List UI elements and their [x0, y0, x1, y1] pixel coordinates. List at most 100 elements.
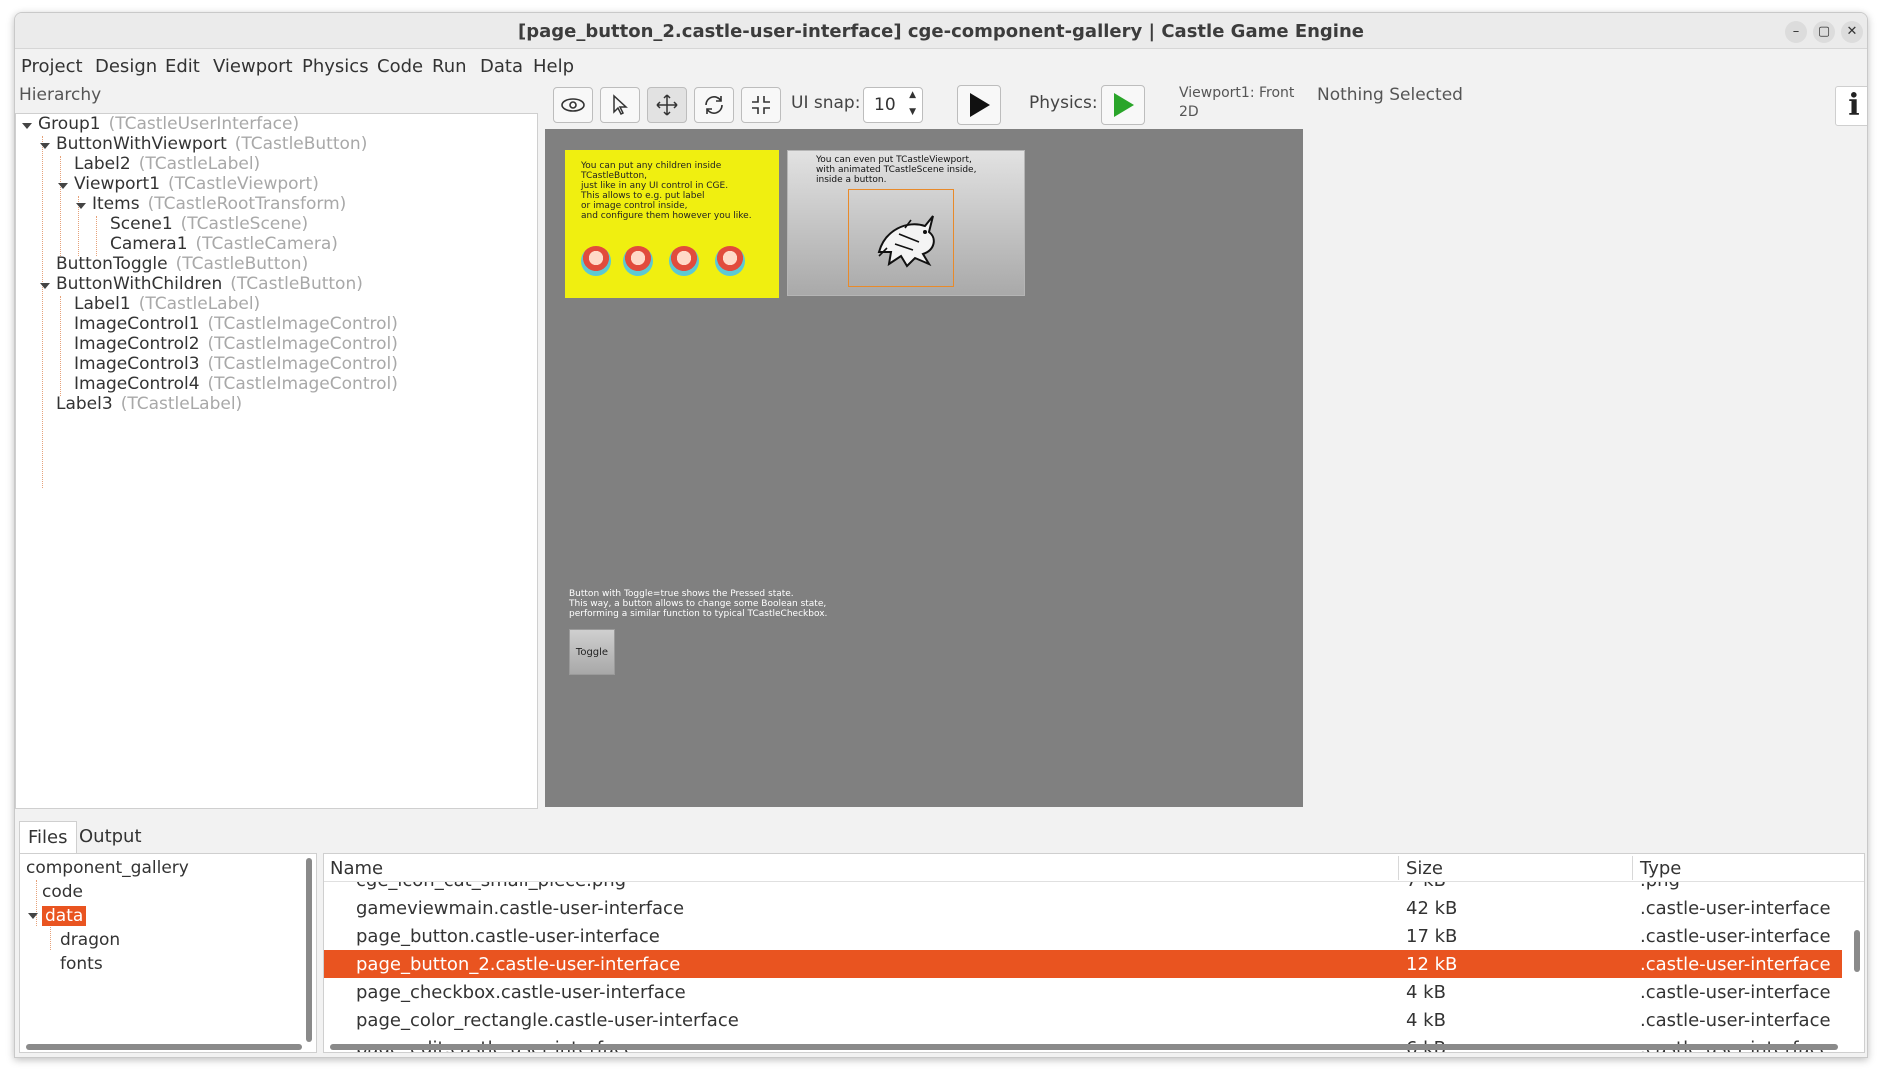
- file-type: .castle-user-interface: [1640, 982, 1831, 1003]
- tree-node-camera1[interactable]: Camera1 (TCastleCamera): [110, 234, 338, 254]
- file-type: .castle-user-interface: [1640, 898, 1831, 919]
- column-separator[interactable]: [1632, 856, 1633, 880]
- horizontal-scrollbar[interactable]: [26, 1044, 302, 1050]
- spin-up-icon[interactable]: ▲: [909, 90, 916, 100]
- file-name: page_color_rectangle.castle-user-interfa…: [356, 1010, 739, 1031]
- button-with-viewport-preview[interactable]: You can even put TCastleViewport, with a…: [787, 150, 1025, 296]
- scale-mode-button[interactable]: [741, 87, 781, 123]
- select-mode-button[interactable]: [600, 87, 640, 123]
- dragon-icon: [877, 215, 935, 268]
- menu-project[interactable]: Project: [21, 56, 83, 77]
- tree-node-scene1[interactable]: Scene1 (TCastleScene): [110, 214, 308, 234]
- collapse-arrow-icon[interactable]: [58, 183, 68, 189]
- tree-guide: [60, 156, 61, 256]
- file-size: 4 kB: [1406, 1010, 1446, 1031]
- play-button[interactable]: [957, 85, 1001, 125]
- tree-node-imagecontrol3[interactable]: ImageControl3 (TCastleImageControl): [74, 354, 398, 374]
- toggle-button-preview[interactable]: Toggle: [569, 629, 615, 675]
- file-type: .castle-user-interface: [1640, 954, 1831, 975]
- folder-component-gallery[interactable]: component_gallery: [26, 858, 189, 878]
- file-name: page_button.castle-user-interface: [356, 926, 660, 947]
- physics-play-button[interactable]: [1101, 85, 1145, 125]
- menu-data[interactable]: Data: [480, 56, 523, 77]
- hierarchy-tree[interactable]: Group1 (TCastleUserInterface) ButtonWithV…: [15, 113, 538, 809]
- file-row[interactable]: cge_icon_cat_small_piece.png 7 kB .png: [324, 882, 1842, 894]
- file-row[interactable]: page_color_rectangle.castle-user-interfa…: [324, 1006, 1842, 1034]
- ui-snap-spinbox[interactable]: 10 ▲ ▼: [863, 87, 923, 123]
- interact-mode-button[interactable]: [553, 87, 593, 123]
- collapse-arrow-icon[interactable]: [28, 913, 38, 919]
- button-with-children-preview[interactable]: You can put any children inside TCastleB…: [565, 150, 779, 298]
- column-type[interactable]: Type: [1640, 858, 1681, 879]
- design-viewport[interactable]: You can put any children inside TCastleB…: [545, 129, 1303, 807]
- tree-node-imagecontrol2[interactable]: ImageControl2 (TCastleImageControl): [74, 334, 398, 354]
- horizontal-scrollbar[interactable]: [330, 1044, 1838, 1050]
- hierarchy-label: Hierarchy: [19, 85, 102, 105]
- file-name: page_button_2.castle-user-interface: [356, 954, 681, 975]
- file-type: .castle-user-interface: [1640, 926, 1831, 947]
- menu-code[interactable]: Code: [377, 56, 423, 77]
- rotate-mode-button[interactable]: [694, 87, 734, 123]
- translate-mode-button[interactable]: [647, 87, 687, 123]
- tree-node-viewport1[interactable]: Viewport1 (TCastleViewport): [74, 174, 319, 194]
- spin-down-icon[interactable]: ▼: [909, 107, 916, 117]
- tab-output[interactable]: Output: [71, 821, 150, 853]
- tree-node-buttontoggle[interactable]: ButtonToggle (TCastleButton): [56, 254, 308, 274]
- pointer-icon: [613, 94, 628, 116]
- menu-viewport[interactable]: Viewport: [213, 56, 293, 77]
- tab-files[interactable]: Files: [19, 821, 77, 853]
- file-size: 4 kB: [1406, 982, 1446, 1003]
- vertical-scrollbar[interactable]: [1854, 930, 1860, 972]
- file-row-selected[interactable]: page_button_2.castle-user-interface 12 k…: [324, 950, 1842, 978]
- file-row[interactable]: page_checkbox.castle-user-interface 4 kB…: [324, 978, 1842, 1006]
- rotate-icon: [705, 96, 723, 114]
- file-size: 7 kB: [1406, 882, 1446, 891]
- toggle-note-label: Button with Toggle=true shows the Presse…: [569, 589, 828, 619]
- collapse-arrow-icon[interactable]: [40, 143, 50, 149]
- file-row[interactable]: gameviewmain.castle-user-interface 42 kB…: [324, 894, 1842, 922]
- menu-help[interactable]: Help: [533, 56, 574, 77]
- nested-viewport-frame: [848, 189, 954, 287]
- files-list[interactable]: Name Size Type cge_icon_cat_small_piece.…: [323, 853, 1865, 1053]
- tree-node-buttonwithviewport[interactable]: ButtonWithViewport (TCastleButton): [56, 134, 367, 154]
- tree-guide: [96, 216, 97, 256]
- tree-node-label2[interactable]: Label2 (TCastleLabel): [74, 154, 260, 174]
- folder-data[interactable]: data: [42, 906, 87, 926]
- tree-node-label3[interactable]: Label3 (TCastleLabel): [56, 394, 242, 414]
- minimize-button[interactable]: –: [1785, 21, 1807, 43]
- ball-image-2: [623, 246, 653, 276]
- column-separator[interactable]: [1398, 856, 1399, 880]
- collapse-arrow-icon[interactable]: [40, 283, 50, 289]
- folder-fonts[interactable]: fonts: [60, 954, 103, 974]
- column-size[interactable]: Size: [1406, 858, 1443, 879]
- folder-dragon[interactable]: dragon: [60, 930, 120, 950]
- files-tree[interactable]: component_gallery code data dragon fonts: [19, 853, 317, 1053]
- file-size: 42 kB: [1406, 898, 1458, 919]
- tree-guide: [36, 880, 37, 926]
- tree-node-imagecontrol1[interactable]: ImageControl1 (TCastleImageControl): [74, 314, 398, 334]
- ball-image-3: [669, 246, 699, 276]
- column-name[interactable]: Name: [330, 858, 383, 879]
- menu-edit[interactable]: Edit: [165, 56, 200, 77]
- vertical-scrollbar[interactable]: [306, 858, 312, 1042]
- tree-guide: [60, 296, 61, 396]
- menu-design[interactable]: Design: [95, 56, 157, 77]
- tree-node-group1[interactable]: Group1 (TCastleUserInterface): [38, 114, 299, 134]
- collapse-arrow-icon[interactable]: [76, 203, 86, 209]
- tree-node-label1[interactable]: Label1 (TCastleLabel): [74, 294, 260, 314]
- folder-code[interactable]: code: [42, 882, 83, 902]
- collapse-arrow-icon[interactable]: [22, 123, 32, 129]
- menu-physics[interactable]: Physics: [302, 56, 369, 77]
- window-title: [page_button_2.castle-user-interface] cg…: [517, 21, 1365, 42]
- files-list-header: Name Size Type: [324, 854, 1864, 882]
- file-row[interactable]: page_button.castle-user-interface 17 kB …: [324, 922, 1842, 950]
- tree-node-buttonwithchildren[interactable]: ButtonWithChildren (TCastleButton): [56, 274, 363, 294]
- close-button[interactable]: ✕: [1841, 21, 1863, 43]
- menu-run[interactable]: Run: [432, 56, 467, 77]
- info-button[interactable]: i: [1835, 86, 1867, 126]
- tree-node-items[interactable]: Items (TCastleRootTransform): [92, 194, 346, 214]
- tree-node-imagecontrol4[interactable]: ImageControl4 (TCastleImageControl): [74, 374, 398, 394]
- ball-image-1: [581, 246, 611, 276]
- maximize-button[interactable]: ▢: [1813, 21, 1835, 43]
- file-size: 12 kB: [1406, 954, 1458, 975]
